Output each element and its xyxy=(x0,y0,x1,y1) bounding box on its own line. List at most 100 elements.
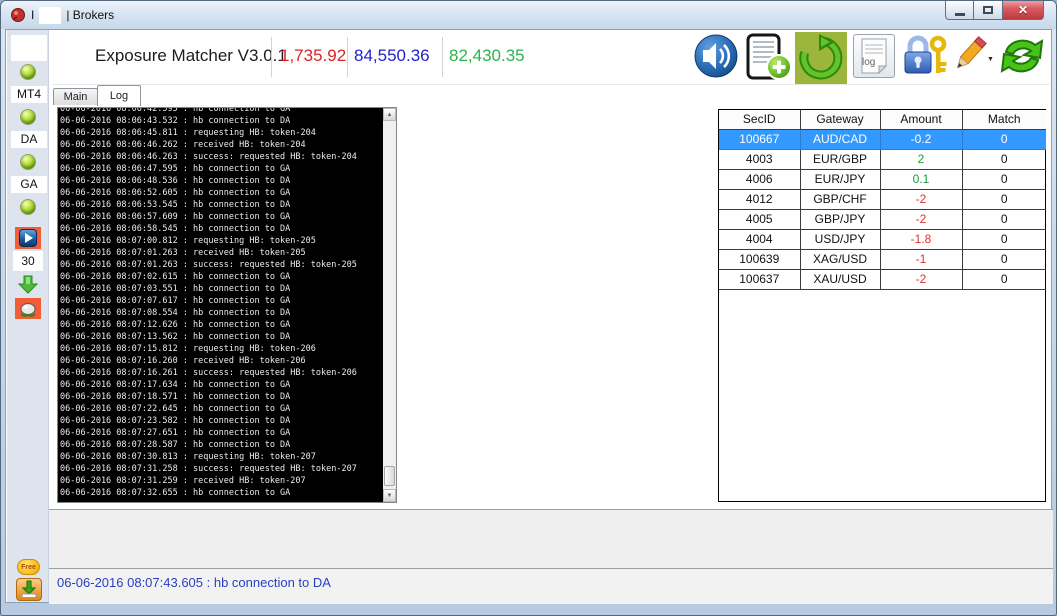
exposure-table-panel: SecID Gateway Amount Match 100667 AUD/CA… xyxy=(718,109,1046,502)
console-log-line: 06-06-2016 08:07:31.258 : success: reque… xyxy=(60,463,383,475)
cell-secid: 100639 xyxy=(719,249,800,269)
lock-key-icon xyxy=(901,33,949,79)
table-row[interactable]: 100667 AUD/CAD -0.2 0 xyxy=(719,129,1046,149)
console-log-line: 06-06-2016 08:06:53.545 : hb connection … xyxy=(60,199,383,211)
tab-log[interactable]: Log xyxy=(97,85,141,106)
sync-button[interactable] xyxy=(996,31,1048,81)
cell-amount: -2 xyxy=(880,209,962,229)
rock-icon xyxy=(18,301,38,317)
sound-button[interactable] xyxy=(693,33,739,79)
cell-secid: 4004 xyxy=(719,229,800,249)
play-icon xyxy=(19,229,37,247)
console-log-line: 06-06-2016 08:07:17.634 : hb connection … xyxy=(60,379,383,391)
console-log-line: 06-06-2016 08:06:46.263 : success: reque… xyxy=(60,151,383,163)
console-log-line: 06-06-2016 08:07:18.571 : hb connection … xyxy=(60,391,383,403)
console-log-line: 06-06-2016 08:07:23.582 : hb connection … xyxy=(60,415,383,427)
tab-main[interactable]: Main xyxy=(53,88,98,105)
cell-match: 0 xyxy=(962,149,1046,169)
table-row[interactable]: 4012 GBP/CHF -2 0 xyxy=(719,189,1046,209)
refresh-button[interactable] xyxy=(795,32,847,84)
download-icon xyxy=(19,580,39,599)
sidebar-label-mt4: MT4 xyxy=(11,86,47,103)
table-row[interactable]: 4004 USD/JPY -1.8 0 xyxy=(719,229,1046,249)
app-window: I | Brokers ✕ MT4 DA GA 30 xyxy=(0,0,1057,616)
status-led-ga xyxy=(20,154,36,170)
edit-dropdown-arrow-icon[interactable]: ▼ xyxy=(987,56,994,63)
cell-amount: 0.1 xyxy=(880,169,962,189)
status-led-da xyxy=(20,109,36,125)
bottom-panel xyxy=(49,509,1053,568)
console-log-line: 06-06-2016 08:07:08.554 : hb connection … xyxy=(60,307,383,319)
console-log-line: 06-06-2016 08:06:57.609 : hb connection … xyxy=(60,211,383,223)
console-log-line: 06-06-2016 08:06:42.595 : hb connection … xyxy=(60,108,383,115)
cell-amount: -1 xyxy=(880,249,962,269)
cell-match: 0 xyxy=(962,269,1046,289)
col-header-secid[interactable]: SecID xyxy=(719,110,800,129)
status-message: 06-06-2016 08:07:43.605 : hb connection … xyxy=(57,575,331,590)
download-button[interactable] xyxy=(16,578,42,601)
lock-button[interactable] xyxy=(901,33,949,79)
close-button[interactable]: ✕ xyxy=(1003,1,1044,20)
cell-match: 0 xyxy=(962,189,1046,209)
console-log-line: 06-06-2016 08:07:22.645 : hb connection … xyxy=(60,403,383,415)
table-row[interactable]: 100637 XAU/USD -2 0 xyxy=(719,269,1046,289)
document-add-icon xyxy=(743,33,793,81)
app-title: Exposure Matcher V3.0.1 xyxy=(95,46,287,66)
cell-match: 0 xyxy=(962,209,1046,229)
table-row[interactable]: 4006 EUR/JPY 0.1 0 xyxy=(719,169,1046,189)
cell-secid: 4005 xyxy=(719,209,800,229)
free-badge: Free xyxy=(17,559,40,575)
console-log-line: 06-06-2016 08:07:03.551 : hb connection … xyxy=(60,283,383,295)
col-header-amount[interactable]: Amount xyxy=(880,110,962,129)
console-log-line: 06-06-2016 08:07:01.263 : received HB: t… xyxy=(60,247,383,259)
table-row[interactable]: 4003 EUR/GBP 2 0 xyxy=(719,149,1046,169)
col-header-match[interactable]: Match xyxy=(962,110,1046,129)
rock-button[interactable] xyxy=(15,298,41,319)
console-log: 06-06-2016 08:06:42.595 : hb connection … xyxy=(60,108,383,502)
console-log-line: 06-06-2016 08:07:00.812 : requesting HB:… xyxy=(60,235,383,247)
console-log-line: 06-06-2016 08:07:07.617 : hb connection … xyxy=(60,295,383,307)
cell-gateway: GBP/CHF xyxy=(800,189,880,209)
header-separator xyxy=(347,37,348,77)
cell-gateway: XAG/USD xyxy=(800,249,880,269)
console-log-line: 06-06-2016 08:07:15.812 : requesting HB:… xyxy=(60,343,383,355)
table-header-row: SecID Gateway Amount Match xyxy=(719,110,1046,129)
exposure-table: SecID Gateway Amount Match 100667 AUD/CA… xyxy=(719,110,1046,290)
cell-secid: 100667 xyxy=(719,129,800,149)
refresh-icon xyxy=(797,34,845,82)
play-button[interactable] xyxy=(15,227,41,249)
cell-match: 0 xyxy=(962,229,1046,249)
scroll-up-icon[interactable]: ▲ xyxy=(383,108,396,121)
add-log-button[interactable] xyxy=(743,33,793,81)
minimize-button[interactable] xyxy=(945,1,974,20)
cell-amount: -0.2 xyxy=(880,129,962,149)
cell-secid: 4006 xyxy=(719,169,800,189)
down-arrow-icon xyxy=(18,274,38,295)
maximize-button[interactable] xyxy=(974,1,1003,20)
sidebar-label-ga: GA xyxy=(11,176,47,193)
log-button[interactable]: log xyxy=(853,34,895,78)
header-separator xyxy=(271,37,272,77)
table-row[interactable]: 4005 GBP/JPY -2 0 xyxy=(719,209,1046,229)
console-log-line: 06-06-2016 08:07:02.615 : hb connection … xyxy=(60,271,383,283)
scrollbar-thumb[interactable] xyxy=(384,466,395,486)
app-icon xyxy=(10,7,26,23)
balance-value-blue: 84,550.36 xyxy=(354,46,430,66)
redaction-box xyxy=(39,7,61,24)
minimize-icon xyxy=(955,13,965,16)
console-log-line: 06-06-2016 08:07:12.626 : hb connection … xyxy=(60,319,383,331)
timer-value-field[interactable]: 30 xyxy=(13,251,43,271)
console-log-line: 06-06-2016 08:07:30.813 : requesting HB:… xyxy=(60,451,383,463)
cell-secid: 100637 xyxy=(719,269,800,289)
console-log-line: 06-06-2016 08:06:46.262 : received HB: t… xyxy=(60,139,383,151)
col-header-gateway[interactable]: Gateway xyxy=(800,110,880,129)
speaker-icon xyxy=(693,33,739,79)
console-scrollbar[interactable]: ▲ ▼ xyxy=(383,108,396,502)
titlebar: I | Brokers ✕ xyxy=(1,1,1056,29)
header-divider xyxy=(53,84,1050,85)
edit-button[interactable]: ▼ xyxy=(951,34,987,76)
table-row[interactable]: 100639 XAG/USD -1 0 xyxy=(719,249,1046,269)
cell-match: 0 xyxy=(962,169,1046,189)
cell-amount: 2 xyxy=(880,149,962,169)
scroll-down-icon[interactable]: ▼ xyxy=(383,489,396,502)
